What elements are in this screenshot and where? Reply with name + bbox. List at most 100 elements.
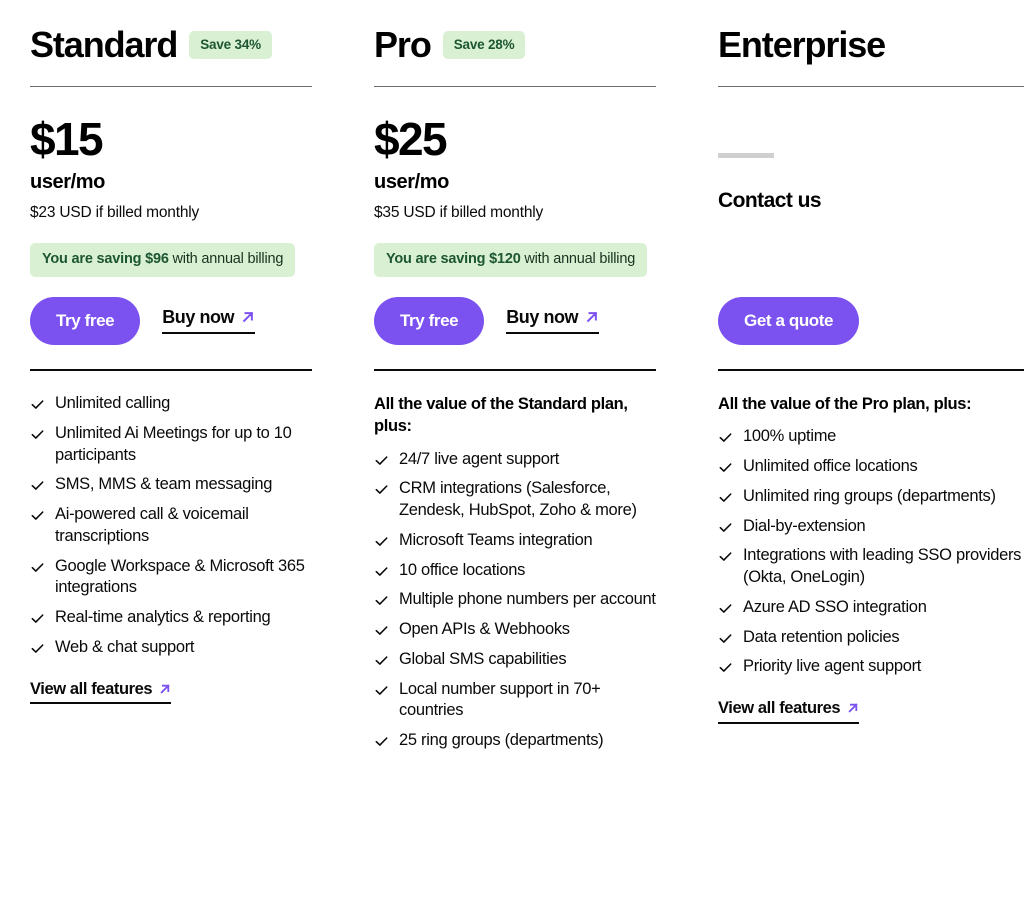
check-icon: [374, 623, 389, 638]
price-note-pro: $35 USD if billed monthly: [374, 204, 544, 222]
buy-now-label-standard: Buy now: [162, 307, 235, 327]
list-item: Azure AD SSO integration: [718, 597, 1024, 619]
plan-header-standard: Standard Save 34%: [30, 22, 312, 68]
check-icon: [374, 534, 389, 549]
price-note-standard: $23 USD if billed monthly: [30, 204, 200, 222]
list-item: Open APIs & Webhooks: [374, 619, 656, 641]
check-icon: [374, 683, 389, 698]
feature-text: Azure AD SSO integration: [743, 597, 927, 616]
feature-text: Multiple phone numbers per account: [399, 590, 656, 609]
list-item: Ai-powered call & voicemail transcriptio…: [30, 504, 312, 548]
plan-card-standard: Standard Save 34% $15 user/mo $23 USD if…: [30, 22, 312, 705]
check-icon: [30, 560, 45, 575]
list-item: Multiple phone numbers per account: [374, 589, 656, 611]
check-icon: [30, 508, 45, 523]
check-icon: [374, 564, 389, 579]
features-section-pro: All the value of the Standard plan, plus…: [374, 371, 656, 752]
view-all-features-link-standard[interactable]: View all features: [30, 679, 172, 705]
check-icon: [718, 460, 733, 475]
check-icon: [374, 482, 389, 497]
arrow-up-right-icon: [241, 310, 255, 324]
list-item: 25 ring groups (departments): [374, 730, 656, 752]
feature-text: 24/7 live agent support: [399, 449, 560, 468]
features-section-standard: Unlimited calling Unlimited Ai Meetings …: [30, 371, 312, 705]
feature-text: 10 office locations: [399, 560, 526, 579]
price-unit-standard: user/mo: [30, 171, 106, 194]
buy-now-link-pro[interactable]: Buy now: [506, 307, 600, 334]
feature-text: Unlimited ring groups (departments): [743, 486, 996, 505]
list-item: Data retention policies: [718, 627, 1024, 649]
check-icon: [718, 549, 733, 564]
list-item: Web & chat support: [30, 637, 312, 659]
try-free-button-standard[interactable]: Try free: [30, 297, 141, 345]
view-all-label: View all features: [30, 679, 153, 698]
list-item: CRM integrations (Salesforce, Zendesk, H…: [374, 478, 656, 522]
saving-amount-pro: You are saving $120: [386, 251, 521, 268]
check-icon: [718, 601, 733, 616]
check-icon: [30, 427, 45, 442]
feature-text: Open APIs & Webhooks: [399, 620, 570, 639]
saving-pill-standard: You are saving $96 with annual billing: [30, 243, 296, 277]
plan-title-pro: Pro: [374, 24, 432, 65]
save-badge-standard: Save 34%: [189, 30, 272, 60]
list-item: 10 office locations: [374, 560, 656, 582]
plan-card-pro: Pro Save 28% $25 user/mo $35 USD if bill…: [374, 22, 656, 760]
features-intro-enterprise: All the value of the Pro plan, plus:: [718, 395, 972, 413]
list-item: 100% uptime: [718, 426, 1024, 448]
price-block-enterprise: Contact us: [718, 87, 1024, 277]
list-item: Dial-by-extension: [718, 516, 1024, 538]
view-all-label: View all features: [718, 699, 841, 718]
feature-text: Unlimited office locations: [743, 457, 918, 476]
list-item: Local number support in 70+ countries: [374, 679, 656, 723]
arrow-up-right-icon: [585, 310, 599, 324]
price-block-pro: $25 user/mo $35 USD if billed monthly Yo…: [374, 87, 656, 277]
cta-row-enterprise: Get a quote: [718, 293, 1024, 349]
feature-text: Integrations with leading SSO providers …: [743, 546, 1022, 587]
list-item: Google Workspace & Microsoft 365 integra…: [30, 556, 312, 600]
list-item: Unlimited ring groups (departments): [718, 486, 1024, 508]
saving-suffix-standard: with annual billing: [168, 251, 284, 268]
feature-text: Dial-by-extension: [743, 516, 866, 535]
check-icon: [718, 660, 733, 675]
try-free-button-pro[interactable]: Try free: [374, 297, 485, 345]
price-placeholder-dash: [718, 153, 774, 158]
plan-header-pro: Pro Save 28%: [374, 22, 656, 68]
check-icon: [30, 478, 45, 493]
price-amount-pro: $25: [374, 113, 448, 165]
saving-suffix-pro: with annual billing: [520, 251, 636, 268]
check-icon: [30, 397, 45, 412]
list-item: 24/7 live agent support: [374, 449, 656, 471]
buy-now-link-standard[interactable]: Buy now: [162, 307, 256, 334]
feature-list-enterprise: 100% uptime Unlimited office locations U…: [718, 426, 1024, 678]
cta-row-standard: Try free Buy now: [30, 293, 312, 349]
list-item: SMS, MMS & team messaging: [30, 474, 312, 496]
feature-text: SMS, MMS & team messaging: [55, 475, 273, 494]
get-a-quote-button[interactable]: Get a quote: [718, 297, 860, 345]
feature-text: CRM integrations (Salesforce, Zendesk, H…: [399, 479, 637, 520]
feature-text: Microsoft Teams integration: [399, 530, 593, 549]
list-item: Priority live agent support: [718, 656, 1024, 678]
list-item: Unlimited Ai Meetings for up to 10 parti…: [30, 423, 312, 467]
check-icon: [718, 520, 733, 535]
feature-list-standard: Unlimited calling Unlimited Ai Meetings …: [30, 393, 312, 659]
price-unit-pro: user/mo: [374, 171, 450, 194]
check-icon: [374, 653, 389, 668]
feature-text: 25 ring groups (departments): [399, 731, 604, 750]
features-section-enterprise: All the value of the Pro plan, plus: 100…: [718, 371, 1024, 724]
feature-text: Web & chat support: [55, 637, 195, 656]
list-item: Unlimited calling: [30, 393, 312, 415]
list-item: Real-time analytics & reporting: [30, 607, 312, 629]
saving-amount-standard: You are saving $96: [42, 251, 169, 268]
check-icon: [718, 430, 733, 445]
feature-text: 100% uptime: [743, 427, 837, 446]
list-item: Global SMS capabilities: [374, 649, 656, 671]
plan-title-enterprise: Enterprise: [718, 24, 886, 65]
feature-text: Data retention policies: [743, 627, 900, 646]
feature-text: Unlimited Ai Meetings for up to 10 parti…: [55, 423, 292, 464]
pricing-plans-grid: Standard Save 34% $15 user/mo $23 USD if…: [0, 0, 1024, 760]
price-amount-standard: $15: [30, 113, 104, 165]
buy-now-label-pro: Buy now: [506, 307, 579, 327]
feature-list-pro: 24/7 live agent support CRM integrations…: [374, 449, 656, 752]
view-all-features-link-enterprise[interactable]: View all features: [718, 699, 860, 724]
plan-title-standard: Standard: [30, 24, 178, 65]
